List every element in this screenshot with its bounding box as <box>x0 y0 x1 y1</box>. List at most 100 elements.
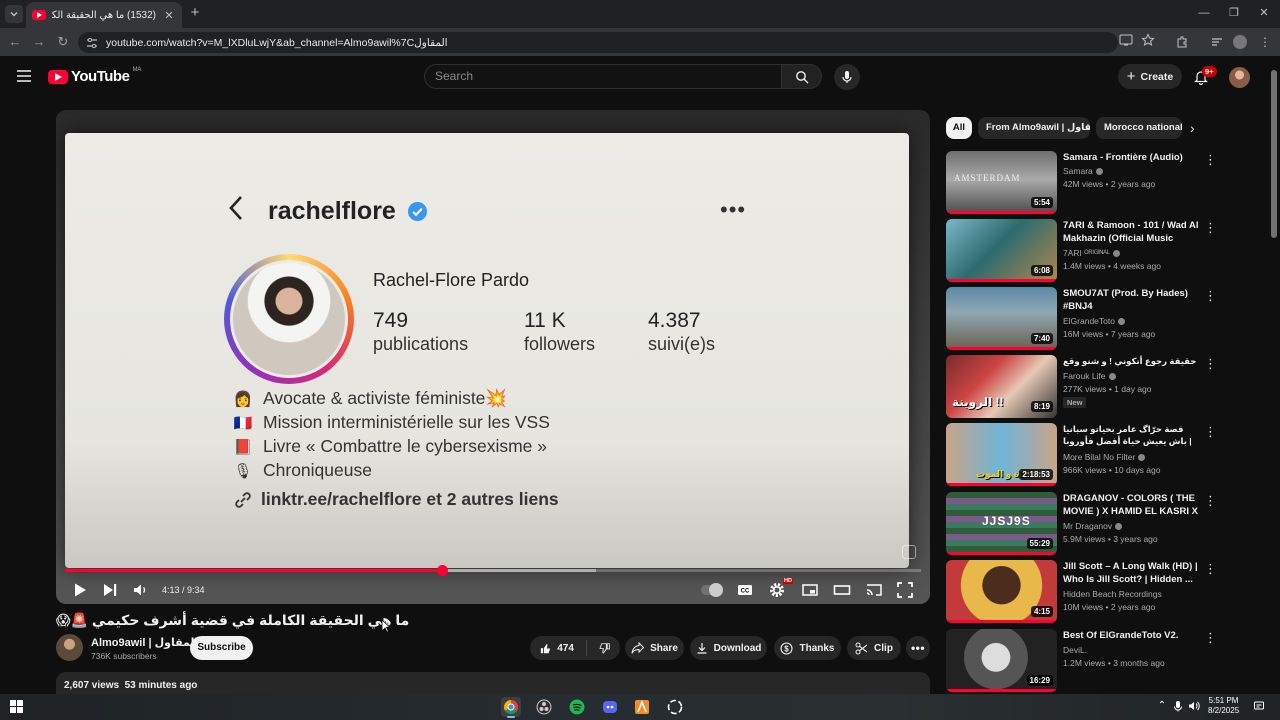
video-thumbnail[interactable]: JJSJ9S 55:29 <box>946 492 1057 555</box>
share-button[interactable]: Share <box>625 636 684 660</box>
taskbar-discord[interactable] <box>600 697 620 717</box>
more-vertical-icon[interactable]: ⋮ <box>1204 562 1217 576</box>
recommendation-item[interactable]: 16:29 Best Of ElGrandeToto V2. DeviL. 1.… <box>946 629 1266 692</box>
video-player[interactable]: rachelflore ••• Rachel-Flore Pardo 749 p… <box>56 110 930 604</box>
miniplayer-icon[interactable] <box>801 581 819 599</box>
recommendation-item[interactable]: 6:08 7ARI & Ramoon - 101 / Wad Al Makhaz… <box>946 219 1266 282</box>
rec-title[interactable]: قصة حرّاگ عامر بحياتو سبانيا باش يعيش حي… <box>1063 423 1199 447</box>
windows-start-icon[interactable] <box>10 700 23 713</box>
more-vertical-icon[interactable]: ⋮ <box>1204 357 1217 371</box>
rec-title[interactable]: Samara - Frontière (Audio) <box>1063 151 1199 164</box>
microphone-tray-icon[interactable] <box>1172 700 1184 712</box>
more-vertical-icon[interactable]: ⋮ <box>1204 153 1217 167</box>
taskbar-obs[interactable] <box>534 697 554 717</box>
recommendation-item[interactable]: حياة و الموت 2:18:53 قصة حرّاگ عامر بحيا… <box>946 423 1266 486</box>
seek-bar[interactable] <box>65 565 921 576</box>
volume-icon[interactable] <box>132 581 150 599</box>
search-button[interactable] <box>781 64 822 89</box>
chip-all[interactable]: All <box>946 117 972 139</box>
profile-avatar[interactable] <box>1233 35 1247 49</box>
restore-button[interactable]: ❐ <box>1224 4 1244 22</box>
channel-watermark-icon[interactable] <box>902 545 916 559</box>
browser-menu-icon[interactable]: ⋮ <box>1258 35 1272 49</box>
address-bar[interactable]: youtube.com/watch?v=M_lXDluLwjY&ab_chann… <box>78 32 1118 53</box>
recommendation-item[interactable]: الروينة !! 8:19 حقيقة رجوع أنكوني ! و شن… <box>946 355 1266 418</box>
cast-icon[interactable] <box>865 581 883 599</box>
channel-avatar[interactable] <box>56 634 83 661</box>
notification-center-icon[interactable] <box>1253 700 1265 712</box>
channel-name[interactable]: Almo9awil | المقاول <box>91 636 198 649</box>
more-vertical-icon[interactable]: ⋮ <box>1204 425 1217 439</box>
recommendation-item[interactable]: 7:40 SMOU7AT (Prod. By Hades) #BNJ4 ElGr… <box>946 287 1266 350</box>
video-thumbnail[interactable]: 16:29 <box>946 629 1057 692</box>
rec-title[interactable]: SMOU7AT (Prod. By Hades) #BNJ4 <box>1063 287 1199 313</box>
taskbar-spotify[interactable] <box>567 697 587 717</box>
extensions-icon[interactable] <box>1175 35 1189 49</box>
page-scrollbar[interactable] <box>1271 70 1277 238</box>
rec-title[interactable]: 7ARI & Ramoon - 101 / Wad Al Makhazin (O… <box>1063 219 1199 245</box>
like-count[interactable]: 474 <box>557 643 574 654</box>
new-tab-button[interactable]: + <box>188 5 202 20</box>
thumbs-down-icon[interactable] <box>599 642 610 655</box>
browser-tab[interactable]: (1532) ما هي الحقيقة الكاملة في ✕ <box>26 2 182 28</box>
reading-list-icon[interactable] <box>1210 35 1224 49</box>
youtube-logo[interactable]: YouTube MA <box>48 67 141 85</box>
clip-button[interactable]: Clip <box>847 636 901 660</box>
captions-icon[interactable]: CC <box>736 581 754 599</box>
thumbs-up-icon[interactable] <box>540 642 551 655</box>
tray-overflow-icon[interactable]: ⌃ <box>1156 700 1168 712</box>
rec-channel[interactable]: 7ARI ᴼᴿᴵᴳᴵᴺᴬᴸ <box>1063 248 1120 258</box>
rec-title[interactable]: Best Of ElGrandeToto V2. <box>1063 629 1199 642</box>
subscribe-button[interactable]: Subscribe <box>190 636 253 660</box>
rec-channel[interactable]: DeviL. <box>1063 645 1087 655</box>
rec-channel[interactable]: ElGrandeToto <box>1063 316 1125 326</box>
recommendation-item[interactable]: AMSTERDAM 5:54 Samara - Frontière (Audio… <box>946 151 1266 214</box>
chip-morocco-national[interactable]: Morocco national <box>1096 117 1182 139</box>
tab-search-button[interactable] <box>5 5 23 23</box>
install-app-icon[interactable] <box>1119 33 1133 47</box>
site-settings-icon[interactable] <box>86 37 98 49</box>
bookmark-star-icon[interactable] <box>1141 33 1155 47</box>
download-button[interactable]: Download <box>690 636 767 660</box>
create-button[interactable]: + Create <box>1118 64 1182 89</box>
hamburger-menu-icon[interactable] <box>16 69 32 83</box>
close-window-button[interactable]: ✕ <box>1254 4 1274 22</box>
fullscreen-icon[interactable] <box>896 581 914 599</box>
reload-button[interactable]: ↻ <box>55 34 71 50</box>
thanks-button[interactable]: $ Thanks <box>774 636 841 660</box>
recommendation-item[interactable]: JJSJ9S 55:29 DRAGANOV - COLORS ( THE MOV… <box>946 492 1266 555</box>
chip-from-channel[interactable]: From Almo9awil | المقاول <box>978 117 1090 139</box>
rec-channel[interactable]: Samara <box>1063 166 1103 176</box>
more-vertical-icon[interactable]: ⋮ <box>1204 221 1217 235</box>
rec-title[interactable]: حقيقة رجوع أنكوني ! و شنو وقع لبوز فلو ؟ <box>1063 355 1199 367</box>
rec-channel[interactable]: Farouk Life <box>1063 371 1116 381</box>
rec-channel[interactable]: More Bilal No Filter <box>1063 452 1146 462</box>
play-icon[interactable] <box>71 581 89 599</box>
rec-title[interactable]: Jill Scott – A Long Walk (HD) | Who Is J… <box>1063 560 1199 586</box>
speaker-tray-icon[interactable] <box>1188 700 1200 712</box>
rec-title[interactable]: DRAGANOV - COLORS ( THE MOVIE ) X HAMID … <box>1063 492 1199 518</box>
next-video-icon[interactable] <box>101 581 119 599</box>
taskbar-app-orange[interactable] <box>632 697 652 717</box>
recommendation-item[interactable]: 4:15 Jill Scott – A Long Walk (HD) | Who… <box>946 560 1266 623</box>
account-avatar[interactable] <box>1229 67 1250 88</box>
chevron-right-icon[interactable]: › <box>1190 121 1204 135</box>
forward-button[interactable]: → <box>31 34 47 50</box>
more-vertical-icon[interactable]: ⋮ <box>1204 494 1217 508</box>
video-thumbnail[interactable]: حياة و الموت 2:18:53 <box>946 423 1057 486</box>
theater-mode-icon[interactable] <box>833 581 851 599</box>
more-vertical-icon[interactable]: ⋮ <box>1204 631 1217 645</box>
voice-search-button[interactable] <box>834 64 860 90</box>
back-button[interactable]: ← <box>7 34 23 50</box>
video-thumbnail[interactable]: 7:40 <box>946 287 1057 350</box>
more-vertical-icon[interactable]: ⋮ <box>1204 289 1217 303</box>
rec-channel[interactable]: Mr Draganov <box>1063 521 1123 531</box>
video-thumbnail[interactable]: 4:15 <box>946 560 1057 623</box>
video-thumbnail[interactable]: الروينة !! 8:19 <box>946 355 1057 418</box>
search-input[interactable]: Search <box>424 64 782 89</box>
taskbar-chrome[interactable] <box>501 697 521 718</box>
video-thumbnail[interactable]: 6:08 <box>946 219 1057 282</box>
autoplay-toggle[interactable] <box>701 583 723 597</box>
taskbar-app-circle[interactable] <box>665 697 685 717</box>
rec-channel[interactable]: Hidden Beach Recordings <box>1063 589 1162 599</box>
